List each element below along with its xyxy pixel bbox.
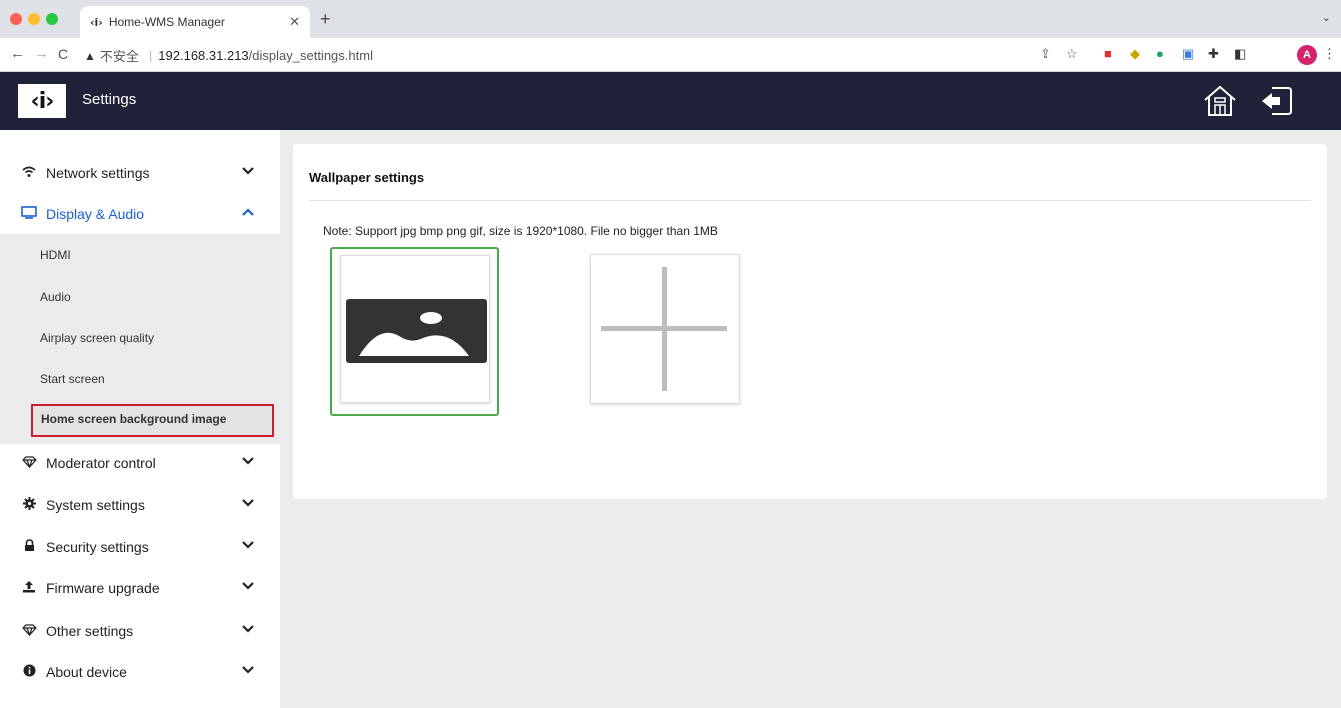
chevron-down-icon	[242, 580, 254, 594]
browser-tabstrip: ‹i› Home-WMS Manager ✕ + ⌄	[0, 0, 1341, 38]
diamond-icon	[20, 623, 38, 639]
sidebar-item-security-settings[interactable]: Security settings	[0, 527, 280, 567]
forward-arrow-icon[interactable]: →	[34, 45, 49, 62]
submenu-item-home-screen-background-image[interactable]: Home screen background image	[31, 404, 274, 437]
gear-icon	[20, 497, 38, 513]
reload-icon[interactable]: C	[58, 46, 68, 62]
address-bar[interactable]: ▲ 不安全 | 192.168.31.213/display_settings.…	[84, 46, 373, 65]
extension-icon[interactable]: ■	[1104, 46, 1112, 61]
sidebar-item-label: Moderator control	[46, 455, 156, 471]
sidebar-item-label: Network settings	[46, 165, 150, 181]
add-wallpaper-button[interactable]	[590, 254, 740, 404]
wifi-icon	[20, 166, 38, 181]
extension-icon[interactable]: ◆	[1130, 46, 1140, 62]
submenu-item-start-screen[interactable]: Start screen	[40, 372, 105, 386]
bookmark-star-icon[interactable]: ☆	[1066, 46, 1078, 62]
favicon-icon: ‹i›	[90, 15, 103, 29]
url-path: /display_settings.html	[248, 48, 373, 63]
insecure-label: 不安全	[99, 49, 139, 64]
display-audio-submenu: HDMI Audio Airplay screen quality Start …	[0, 234, 280, 444]
sidebar-item-label: About device	[46, 664, 127, 680]
wallpaper-thumbnail-selected[interactable]	[330, 247, 499, 416]
upload-note: Note: Support jpg bmp png gif, size is 1…	[323, 224, 718, 238]
logout-icon[interactable]	[1258, 84, 1294, 118]
monitor-icon	[20, 206, 38, 222]
sidebar-item-label: Firmware upgrade	[46, 580, 160, 596]
app-logo: ‹i›	[18, 84, 66, 118]
url-separator: |	[148, 48, 153, 63]
chevron-down-icon	[242, 165, 254, 179]
new-tab-button[interactable]: +	[320, 9, 331, 30]
share-icon[interactable]: ⇪	[1040, 46, 1051, 62]
window-close-button[interactable]	[10, 13, 22, 25]
chevron-down-icon	[242, 455, 254, 469]
sidebar-item-network-settings[interactable]: Network settings	[0, 153, 280, 193]
image-placeholder-icon	[346, 299, 487, 363]
panel-title: Wallpaper settings	[309, 170, 425, 185]
tab-search-icon[interactable]: ⌄	[1322, 11, 1331, 24]
extension-icon[interactable]: ●	[1156, 46, 1164, 61]
lock-icon	[20, 539, 38, 555]
sidebar-item-label: Display & Audio	[46, 206, 145, 222]
wallpaper-settings-panel: Wallpaper settings Note: Support jpg bmp…	[293, 144, 1327, 499]
tab-close-icon[interactable]: ✕	[289, 14, 300, 30]
tab-title: Home-WMS Manager	[108, 15, 225, 29]
chevron-down-icon	[242, 623, 254, 637]
sidebar-item-moderator-control[interactable]: Moderator control	[0, 443, 280, 483]
sidebar-item-other-settings[interactable]: Other settings	[0, 611, 280, 651]
upload-icon	[20, 580, 38, 596]
window-zoom-button[interactable]	[46, 13, 58, 25]
sidebar-item-system-settings[interactable]: System settings	[0, 485, 280, 525]
sidebar-item-label: Security settings	[46, 539, 149, 555]
wallpaper-card	[340, 255, 490, 403]
page-title: Settings	[82, 91, 137, 108]
diamond-icon	[20, 455, 38, 471]
submenu-item-hdmi[interactable]: HDMI	[40, 248, 71, 262]
sidebar: Network settings Display & Audio HDMI Au…	[0, 130, 280, 708]
plus-icon	[601, 267, 727, 391]
sidebar-item-label: System settings	[46, 497, 145, 513]
side-panel-icon[interactable]: ◧	[1234, 46, 1246, 62]
submenu-item-airplay-screen-quality[interactable]: Airplay screen quality	[40, 331, 154, 345]
browser-tab[interactable]: ‹i› Home-WMS Manager ✕	[80, 6, 310, 38]
profile-avatar[interactable]: A	[1297, 45, 1317, 65]
divider	[309, 200, 1311, 201]
window-minimize-button[interactable]	[28, 13, 40, 25]
browser-menu-icon[interactable]: ⋮	[1323, 46, 1336, 62]
app-header: ‹i› Settings	[0, 72, 1341, 130]
chevron-up-icon	[242, 206, 254, 220]
sidebar-item-display-audio[interactable]: Display & Audio	[0, 194, 280, 234]
chevron-down-icon	[242, 664, 254, 678]
warning-icon: ▲	[84, 48, 96, 63]
chevron-down-icon	[242, 497, 254, 511]
home-icon[interactable]	[1202, 84, 1238, 118]
browser-toolbar: ← → C ▲ 不安全 | 192.168.31.213/display_set…	[0, 38, 1341, 72]
sidebar-item-label: Other settings	[46, 623, 134, 639]
back-arrow-icon[interactable]: ←	[10, 45, 25, 62]
sidebar-item-about-device[interactable]: About device	[0, 652, 280, 692]
url-host: 192.168.31.213	[158, 48, 249, 63]
info-icon	[20, 664, 38, 680]
sidebar-item-firmware-upgrade[interactable]: Firmware upgrade	[0, 568, 280, 608]
chevron-down-icon	[242, 539, 254, 553]
translate-icon[interactable]: ▣	[1182, 46, 1194, 62]
submenu-item-audio[interactable]: Audio	[40, 290, 71, 304]
extensions-puzzle-icon[interactable]: ✚	[1208, 46, 1219, 62]
